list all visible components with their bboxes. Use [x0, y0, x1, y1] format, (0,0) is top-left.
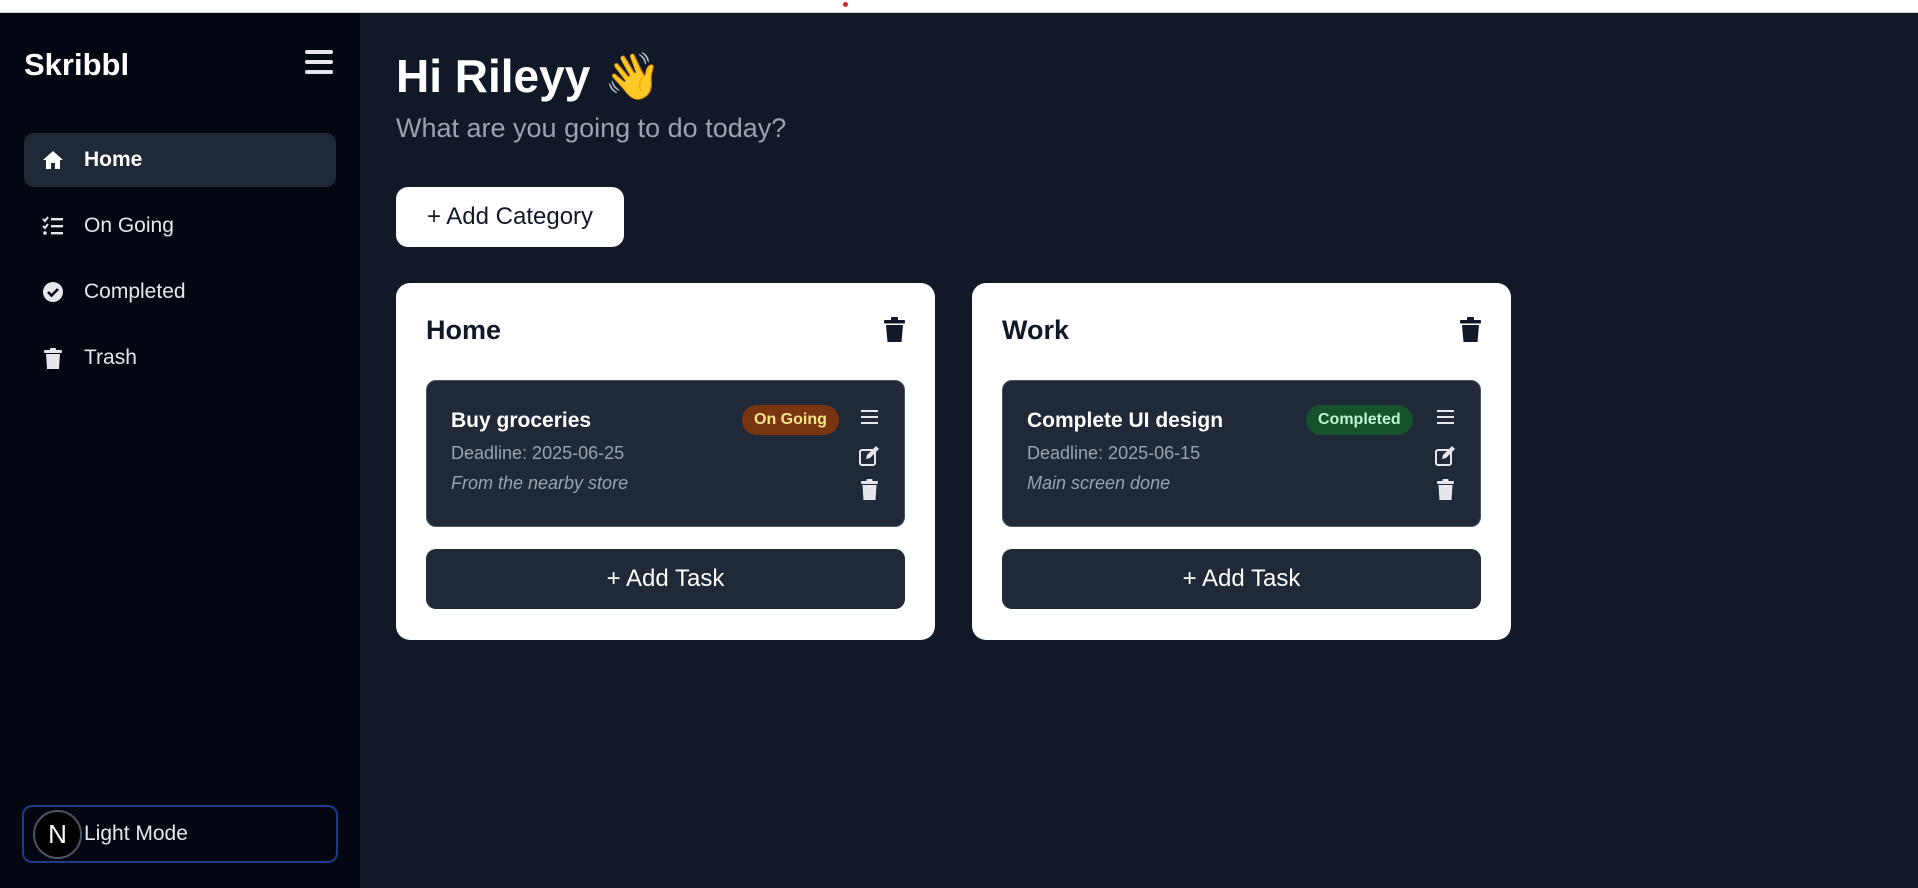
delete-category-icon[interactable]: [1460, 317, 1481, 347]
task-card: Complete UI design Completed Deadline: 2…: [1002, 380, 1481, 527]
browser-top-bar: [0, 0, 1918, 13]
category-card-home: Home Buy groceries On Going Deadline: 20…: [396, 283, 935, 640]
menu-toggle-icon[interactable]: [305, 50, 335, 78]
mode-label: Light Mode: [84, 822, 188, 845]
task-deadline: Deadline: 2025-06-25: [451, 443, 625, 463]
task-title: Buy groceries: [451, 409, 592, 432]
status-badge: On Going: [742, 405, 839, 435]
greeting-text: Hi Rileyy: [396, 50, 591, 102]
light-mode-button[interactable]: N Light Mode: [22, 805, 338, 863]
task-title: Complete UI design: [1027, 409, 1224, 432]
sidebar-item-label: Home: [84, 148, 143, 171]
sidebar-nav: Home On Going Completed Trash: [24, 133, 336, 397]
edit-task-icon[interactable]: [1435, 446, 1456, 471]
sidebar: Skribbl Home On Going Completed Trash N …: [0, 13, 360, 888]
task-card: Buy groceries On Going Deadline: 2025-06…: [426, 380, 905, 527]
task-description: From the nearby store: [451, 473, 629, 493]
wave-emoji-icon: 👋: [604, 50, 662, 102]
status-badge: Completed: [1306, 405, 1413, 435]
sidebar-item-completed[interactable]: Completed: [24, 265, 336, 319]
task-description: Main screen done: [1027, 473, 1171, 493]
task-menu-icon[interactable]: [1437, 409, 1454, 430]
recording-dot: [843, 2, 848, 7]
category-title: Home: [426, 315, 502, 345]
task-deadline: Deadline: 2025-06-15: [1027, 443, 1201, 463]
sidebar-item-home[interactable]: Home: [24, 133, 336, 187]
sidebar-item-trash[interactable]: Trash: [24, 331, 336, 385]
page-subtitle: What are you going to do today?: [396, 113, 787, 143]
task-menu-icon[interactable]: [861, 409, 878, 430]
n-avatar-icon[interactable]: N: [33, 810, 82, 859]
check-circle-icon: [42, 281, 64, 303]
edit-task-icon[interactable]: [859, 446, 880, 471]
page-title: Hi Rileyy 👋: [396, 49, 662, 104]
app-logo: Skribbl: [24, 47, 130, 82]
sidebar-item-label: Completed: [84, 280, 186, 303]
trash-icon: [42, 347, 64, 369]
delete-task-icon[interactable]: [861, 479, 878, 505]
category-title: Work: [1002, 315, 1070, 345]
add-category-button[interactable]: + Add Category: [396, 187, 624, 247]
delete-task-icon[interactable]: [1437, 479, 1454, 505]
sidebar-item-label: Trash: [84, 346, 137, 369]
sidebar-item-label: On Going: [84, 214, 174, 237]
add-task-button[interactable]: + Add Task: [1002, 549, 1481, 609]
home-icon: [42, 149, 64, 171]
add-task-button[interactable]: + Add Task: [426, 549, 905, 609]
category-card-work: Work Complete UI design Completed Deadli…: [972, 283, 1511, 640]
delete-category-icon[interactable]: [884, 317, 905, 347]
sidebar-item-on-going[interactable]: On Going: [24, 199, 336, 253]
checklist-icon: [42, 215, 64, 237]
